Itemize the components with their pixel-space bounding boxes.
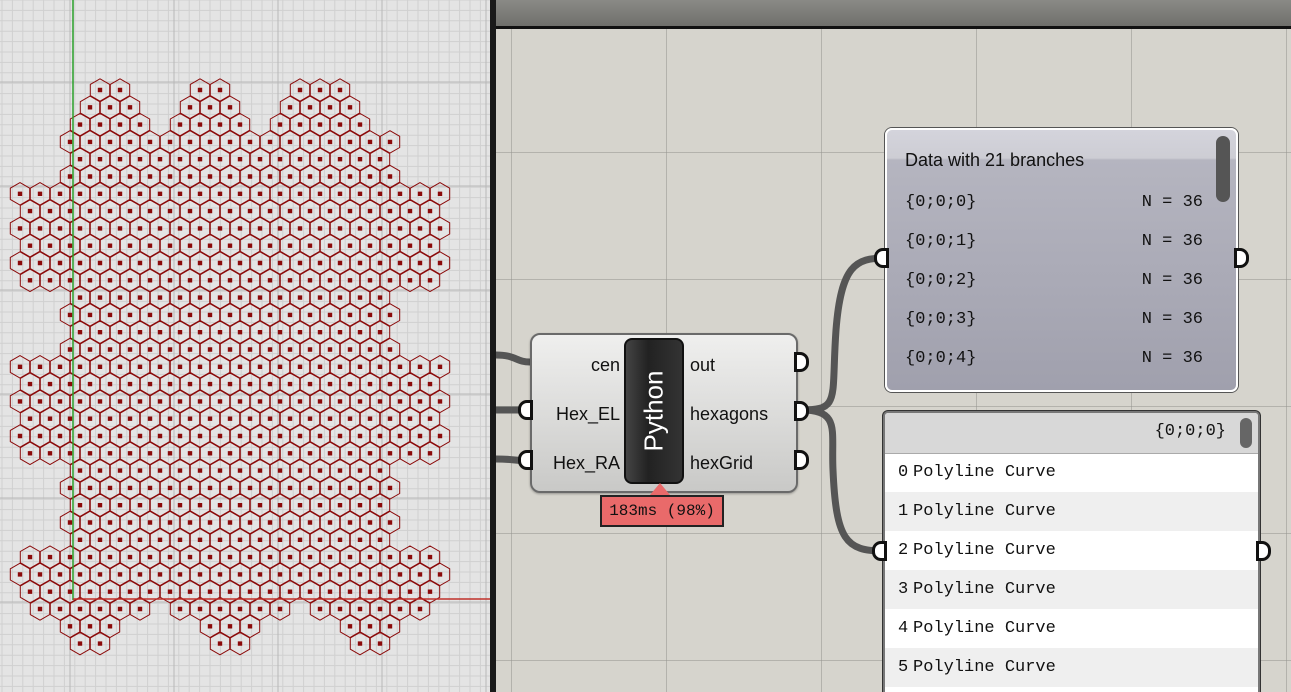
list-item-value: Polyline Curve xyxy=(913,658,1056,677)
branch-row: {0;0;0} N = 36 xyxy=(905,193,1215,212)
list-item-value: Polyline Curve xyxy=(913,619,1056,638)
branch-path: {0;0;4} xyxy=(905,349,977,368)
branch-count: N = 36 xyxy=(1141,349,1203,368)
list-item[interactable]: 4 Polyline Curve xyxy=(885,609,1258,648)
branch-count: N = 36 xyxy=(1141,271,1203,290)
component-name-box[interactable]: Python xyxy=(624,338,684,484)
output-hexagons-label: hexagons xyxy=(690,404,769,424)
list-panel-branch: {0;0;0} xyxy=(1154,422,1226,441)
profiler-timing: 183ms (98%) xyxy=(600,495,724,527)
input-hex-ra-grip[interactable] xyxy=(518,450,533,470)
list-item[interactable]: 5 Polyline Curve xyxy=(885,648,1258,687)
param-viewer-scrollbar[interactable] xyxy=(1216,136,1230,202)
input-hex-ra-label: Hex_RA xyxy=(552,453,620,473)
list-item-index: 3 xyxy=(898,580,909,599)
list-item[interactable]: 3 Polyline Curve xyxy=(885,570,1258,609)
input-hex-el-grip[interactable] xyxy=(518,400,533,420)
output-hexgrid-label: hexGrid xyxy=(690,453,754,473)
list-item[interactable]: 0 Polyline Curve xyxy=(885,453,1258,492)
list-item-value: Polyline Curve xyxy=(913,541,1056,560)
python-component[interactable]: cen Hex_EL Hex_RA Python out hexagons he… xyxy=(530,333,798,493)
list-panel-input-grip[interactable] xyxy=(872,541,887,561)
wire-cen xyxy=(496,351,531,366)
rhino-viewport[interactable] xyxy=(0,0,490,692)
branch-path: {0;0;0} xyxy=(905,193,977,212)
input-cen-label: cen xyxy=(590,355,620,375)
output-out-label: out xyxy=(690,355,716,375)
wire-to-data-panel xyxy=(800,254,886,414)
list-item-index: 4 xyxy=(898,619,909,638)
component-name: Python xyxy=(638,370,669,452)
branch-row: {0;0;4} N = 36 xyxy=(905,349,1215,368)
branch-count: N = 36 xyxy=(1141,310,1203,329)
list-item-value: Polyline Curve xyxy=(913,502,1056,521)
list-item-value: Polyline Curve xyxy=(913,580,1056,599)
branch-path: {0;0;3} xyxy=(905,310,977,329)
list-item-index: 5 xyxy=(898,658,909,677)
grasshopper-canvas[interactable]: cen Hex_EL Hex_RA Python out hexagons he… xyxy=(496,0,1291,692)
branch-path: {0;0;1} xyxy=(905,232,977,251)
input-hex-el-label: Hex_EL xyxy=(555,404,620,424)
list-item-value: Polyline Curve xyxy=(913,463,1056,482)
list-item-index: 1 xyxy=(898,502,909,521)
timing-pointer xyxy=(650,483,670,495)
branch-count: N = 36 xyxy=(1141,193,1203,212)
wire-to-list-panel xyxy=(800,406,884,555)
branch-row: {0;0;1} N = 36 xyxy=(905,232,1215,251)
param-viewer-title: Data with 21 branches xyxy=(905,150,1085,170)
list-item-index: 0 xyxy=(898,463,909,482)
list-panel-scrollbar[interactable] xyxy=(1240,418,1252,448)
list-item-index: 2 xyxy=(898,541,909,560)
param-viewer-panel[interactable]: Data with 21 branches {0;0;0} N = 36 {0;0… xyxy=(885,128,1238,392)
branch-row: {0;0;2} N = 36 xyxy=(905,271,1215,290)
hexagon-grid-preview xyxy=(0,0,490,692)
param-viewer-input-grip[interactable] xyxy=(874,248,889,268)
list-item[interactable]: 1 Polyline Curve xyxy=(885,492,1258,531)
list-panel[interactable]: {0;0;0} 0 Polyline Curve 1 Polyline Curve … xyxy=(883,411,1260,692)
list-panel-header: {0;0;0} xyxy=(885,413,1258,454)
branch-path: {0;0;2} xyxy=(905,271,977,290)
list-item[interactable]: 2 Polyline Curve xyxy=(885,531,1258,570)
branch-row: {0;0;3} N = 36 xyxy=(905,310,1215,329)
branch-count: N = 36 xyxy=(1141,232,1203,251)
